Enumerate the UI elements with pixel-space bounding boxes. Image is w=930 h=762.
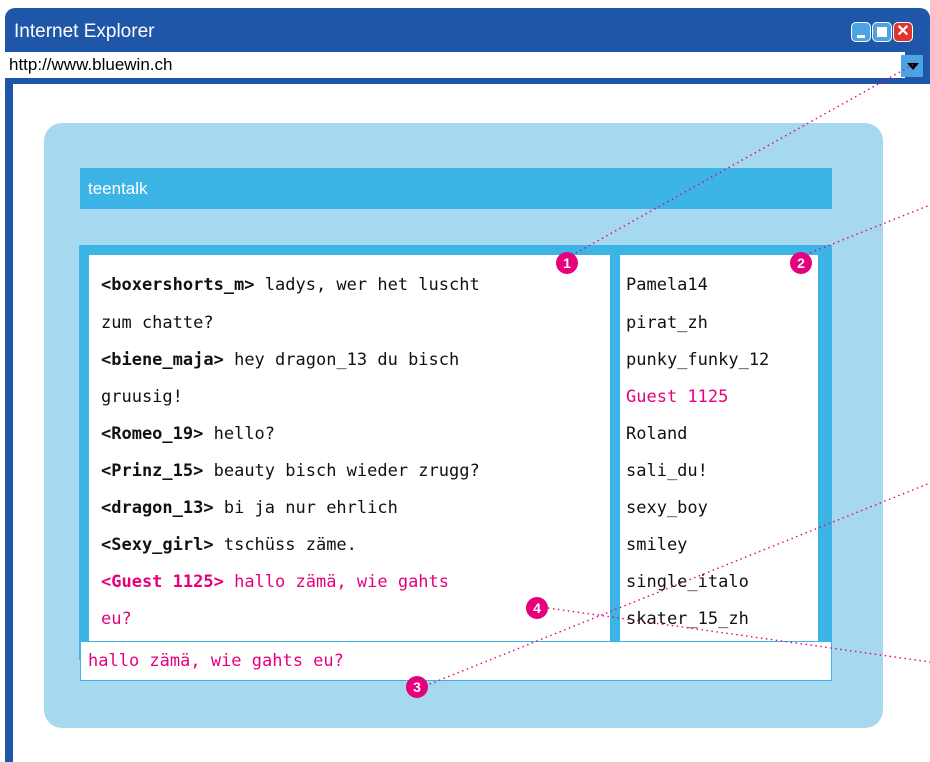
message-username: <dragon_13> [101,498,214,518]
user-item[interactable]: Pamela14 [626,275,708,295]
message-line: <biene_maja> hey dragon_13 du bisch [101,350,459,370]
user-item[interactable]: single_italo [626,572,749,592]
message-line-own: <Guest 1125> hallo zämä, wie gahts [101,572,449,592]
maximize-icon[interactable] [872,22,892,42]
message-username: <biene_maja> [101,350,224,370]
message-username: <Guest 1125> [101,572,224,592]
room-title: teentalk [80,168,832,209]
user-item[interactable]: skater_15_zh [626,609,749,629]
annotation-marker-1: 1 [556,252,578,274]
message-line: <dragon_13> bi ja nur ehrlich [101,498,398,518]
message-line: <Sexy_girl> tschüss zäme. [101,535,357,555]
message-username: <Sexy_girl> [101,535,214,555]
minimize-icon[interactable] [851,22,871,42]
address-bar: http://www.bluewin.ch [5,44,930,84]
message-line: <Prinz_15> beauty bisch wieder zrugg? [101,461,480,481]
annotation-marker-2: 2 [790,252,812,274]
annotation-marker-4: 4 [526,597,548,619]
window-title: Internet Explorer [14,21,155,42]
url-field[interactable]: http://www.bluewin.ch [5,52,905,78]
user-item[interactable]: pirat_zh [626,313,708,333]
user-list[interactable]: Pamela14 pirat_zh punky_funky_12 Guest 1… [620,255,818,650]
chevron-down-icon[interactable] [901,55,923,77]
message-line: <Romeo_19> hello? [101,424,275,444]
chat-panel: teentalk <boxershorts_m> ladys, wer het … [44,123,883,728]
message-text: hey dragon_13 du bisch [234,350,460,370]
message-line: <boxershorts_m> ladys, wer het luscht [101,275,480,295]
message-text: tschüss zäme. [223,535,357,555]
message-text: ladys, wer het luscht [264,275,480,295]
message-username: <Prinz_15> [101,461,204,481]
message-username: <Romeo_19> [101,424,204,444]
message-text: beauty bisch wieder zrugg? [213,461,480,481]
message-text: hello? [213,424,276,444]
message-continuation: eu? [101,609,132,629]
window-left-edge [5,84,13,762]
message-list[interactable]: <boxershorts_m> ladys, wer het luscht zu… [89,255,610,650]
message-continuation: gruusig! [101,387,183,407]
chat-input-field[interactable]: hallo zämä, wie gahts eu? [80,641,832,681]
message-text: hallo zämä, wie gahts [234,572,450,592]
user-item-self[interactable]: Guest 1125 [626,387,728,407]
message-text: bi ja nur ehrlich [223,498,398,518]
message-continuation: zum chatte? [101,313,214,333]
user-item[interactable]: sexy_boy [626,498,708,518]
user-item[interactable]: punky_funky_12 [626,350,769,370]
user-item[interactable]: smiley [626,535,687,555]
chat-frame: <boxershorts_m> ladys, wer het luscht zu… [79,245,832,660]
annotation-marker-3: 3 [406,676,428,698]
close-icon[interactable]: ✕ [893,22,913,42]
user-item[interactable]: sali_du! [626,461,708,481]
title-bar: Internet Explorer ✕ [5,8,930,44]
message-username: <boxershorts_m> [101,275,255,295]
user-item[interactable]: Roland [626,424,687,444]
